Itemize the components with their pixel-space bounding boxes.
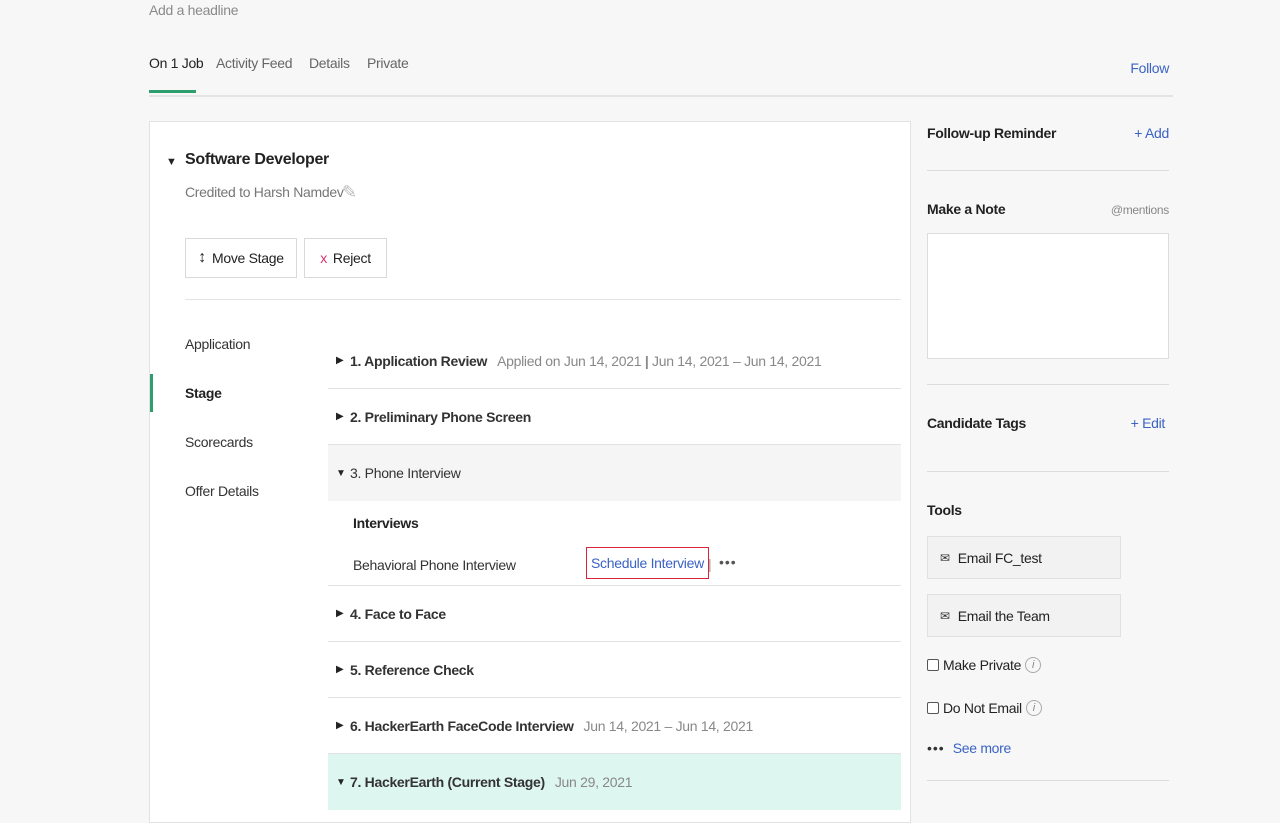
side-nav-application[interactable]: Application [185,336,251,352]
followup-reminder-title: Follow-up Reminder [927,125,1057,141]
follow-link[interactable]: Follow [1130,60,1169,76]
stage-row-current[interactable]: ▼ 7. HackerEarth (Current Stage) Jun 29,… [328,754,901,810]
stage-row[interactable]: ▶ 1. Application Review Applied on Jun 1… [328,333,901,389]
collapse-caret-icon: ▼ [336,467,346,479]
stage-name: 5. Reference Check [350,661,474,678]
do-not-email-label[interactable]: Do Not Email [943,700,1022,716]
tools-title: Tools [927,502,962,518]
expand-caret-icon: ▶ [336,720,344,731]
credited-to: Credited to Harsh Namdev [185,184,344,200]
envelope-icon: ✉ [940,608,950,623]
see-more-link[interactable]: ••• See more [927,740,1011,756]
pencil-icon[interactable]: ✎ [342,182,357,203]
applied-date: Applied on Jun 14, 2021 [497,352,642,369]
stage-row[interactable]: ▶ 6. HackerEarth FaceCode Interview Jun … [328,698,901,754]
see-more-label: See more [952,740,1012,756]
email-team-button[interactable]: ✉ Email the Team [927,594,1121,637]
side-nav-stage[interactable]: Stage [185,385,222,401]
vertical-arrows-icon: ↕ [198,249,206,266]
candidate-tags-title: Candidate Tags [927,415,1027,431]
x-icon: x [320,250,327,266]
interview-name: Behavioral Phone Interview [353,557,516,573]
stage-date-range: Jun 14, 2021 – Jun 14, 2021 [583,717,754,734]
stage-date: Jun 29, 2021 [554,774,633,790]
make-note-title: Make a Note [927,201,1006,217]
make-private-checkbox[interactable] [927,659,939,671]
envelope-icon: ✉ [940,550,950,565]
stage-name: 3. Phone Interview [350,465,461,481]
job-title[interactable]: Software Developer [185,151,329,169]
stage-row[interactable]: ▶ 4. Face to Face [328,586,901,642]
divider [927,170,1169,171]
profile-tabs: On 1 Job Activity Feed Details Private F… [149,55,1173,97]
tab-on-1-job[interactable]: On 1 Job [149,55,204,71]
divider [927,384,1169,385]
move-stage-label: Move Stage [211,250,284,266]
divider [927,471,1169,472]
reject-button[interactable]: x Reject [304,238,387,278]
note-textarea[interactable] [927,233,1169,359]
move-stage-button[interactable]: ↕ Move Stage [185,238,297,278]
dots-icon: ••• [927,740,945,756]
expand-caret-icon: ▶ [336,355,344,366]
separator: | [708,556,712,572]
reject-label: Reject [332,250,371,266]
expand-caret-icon: ▶ [336,664,344,675]
stage-name: 6. HackerEarth FaceCode Interview [350,717,574,734]
make-private-label[interactable]: Make Private [943,657,1021,673]
job-card: ▼ Software Developer Credited to Harsh N… [149,121,911,823]
stage-list: ▶ 1. Application Review Applied on Jun 1… [328,333,901,810]
interviews-section: Interviews Behavioral Phone Interview Sc… [328,501,901,586]
side-nav-active-indicator [150,374,153,412]
do-not-email-row: Do Not Email i [927,700,1042,716]
stage-name: 2. Preliminary Phone Screen [350,408,531,425]
add-followup-link[interactable]: + Add [1134,125,1169,141]
stage-row[interactable]: ▶ 5. Reference Check [328,642,901,698]
mentions-hint: @mentions [1110,203,1169,217]
divider [185,299,901,300]
stage-date-range: Jun 14, 2021 – Jun 14, 2021 [652,352,822,369]
stage-name: 4. Face to Face [350,605,446,622]
email-team-label: Email the Team [957,607,1050,624]
info-icon[interactable]: i [1025,700,1042,716]
expand-caret-icon: ▶ [336,608,344,619]
side-nav-scorecards[interactable]: Scorecards [185,434,253,450]
meta-separator: | [644,352,649,369]
stage-row[interactable]: ▶ 2. Preliminary Phone Screen [328,389,901,445]
tab-private[interactable]: Private [367,55,409,71]
tab-activity-feed[interactable]: Activity Feed [216,55,293,71]
active-tab-indicator [149,90,196,93]
more-options-icon[interactable]: ••• [719,554,737,570]
divider [927,780,1169,781]
do-not-email-checkbox[interactable] [927,702,939,714]
expand-caret-icon: ▶ [336,411,344,422]
stage-row-expanded[interactable]: ▼ 3. Phone Interview [328,445,901,501]
headline-placeholder[interactable]: Add a headline [149,2,239,18]
email-candidate-label: Email FC_test [957,549,1042,566]
stage-name: 7. HackerEarth (Current Stage) [350,774,545,790]
tab-details[interactable]: Details [309,55,350,71]
stage-name: 1. Application Review [350,352,488,369]
collapse-caret-icon[interactable]: ▼ [166,156,177,168]
collapse-caret-icon: ▼ [336,776,346,788]
edit-tags-link[interactable]: + Edit [1131,415,1166,431]
schedule-interview-link[interactable]: Schedule Interview [586,547,709,579]
interviews-heading: Interviews [353,515,419,531]
make-private-row: Make Private i [927,657,1042,673]
email-candidate-button[interactable]: ✉ Email FC_test [927,536,1121,579]
side-nav-offer-details[interactable]: Offer Details [185,483,259,499]
stage-meta: Applied on Jun 14, 2021 | Jun 14, 2021 –… [497,352,822,369]
info-icon[interactable]: i [1025,657,1042,673]
